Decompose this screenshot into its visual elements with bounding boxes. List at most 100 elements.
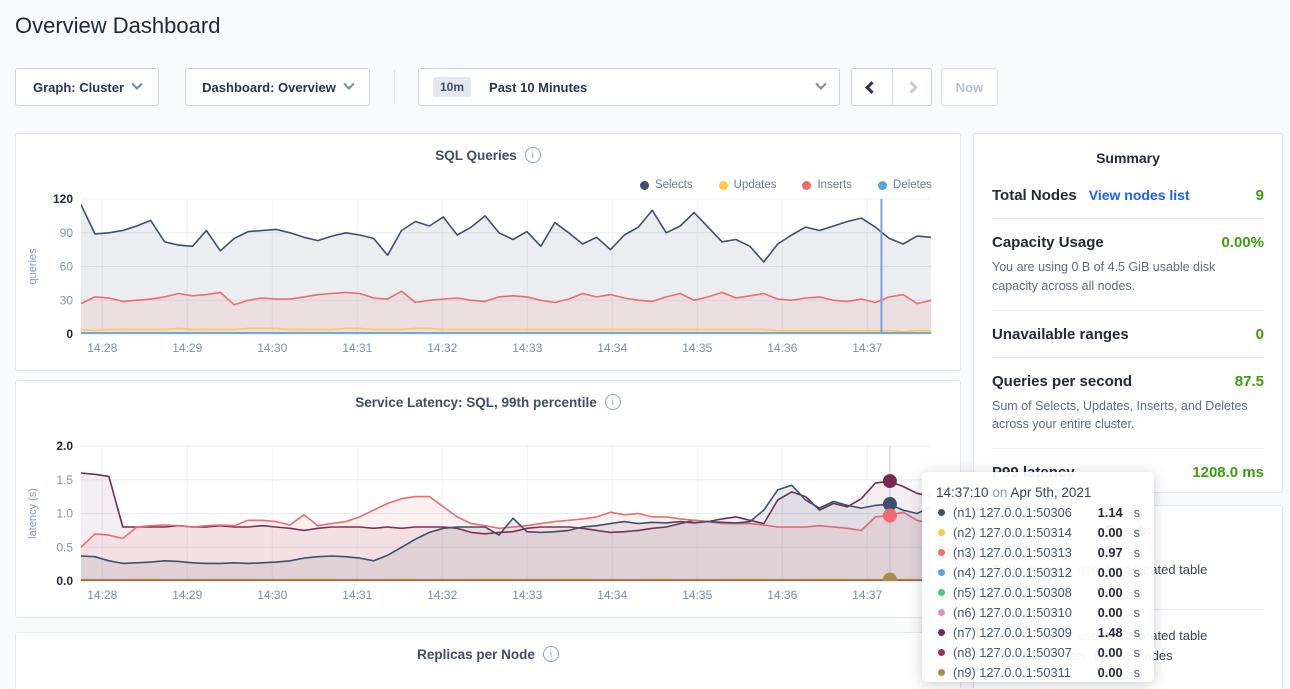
toolbar-divider	[394, 70, 395, 104]
tooltip-node-address: (n5) 127.0.0.1:50308	[953, 585, 1090, 600]
series-color-dot-icon	[938, 589, 945, 596]
tooltip-value-unit: s	[1134, 645, 1140, 660]
svg-text:14:31: 14:31	[342, 588, 372, 602]
tooltip-node-row: (n1) 127.0.0.1:503061.14s	[936, 505, 1140, 520]
time-range-dropdown[interactable]: 10m Past 10 Minutes	[418, 68, 840, 106]
graph-dropdown-label: Graph: Cluster	[33, 80, 124, 95]
chevron-down-icon	[343, 79, 354, 90]
series-color-dot-icon	[938, 649, 945, 656]
svg-text:14:36: 14:36	[767, 588, 797, 602]
tooltip-time: 14:37:10	[936, 485, 989, 500]
svg-text:120: 120	[53, 192, 73, 206]
time-range-badge: 10m	[433, 77, 471, 97]
tooltip-node-address: (n2) 127.0.0.1:50314	[953, 525, 1090, 540]
tooltip-node-row: (n2) 127.0.0.1:503140.00s	[936, 525, 1140, 540]
svg-text:14:29: 14:29	[172, 588, 202, 602]
summary-row: Unavailable ranges0	[992, 311, 1264, 358]
tooltip-rows: (n1) 127.0.0.1:503061.14s (n2) 127.0.0.1:…	[936, 505, 1140, 680]
replicas-per-node-card: Replicas per Node i	[15, 632, 961, 689]
tooltip-node-address: (n4) 127.0.0.1:50312	[953, 565, 1090, 580]
svg-text:2.0: 2.0	[56, 439, 73, 453]
chevron-down-icon	[131, 79, 142, 90]
tooltip-value-unit: s	[1134, 625, 1140, 640]
chart-title: Replicas per Node i	[16, 646, 960, 662]
svg-text:14:34: 14:34	[597, 588, 627, 602]
svg-text:14:32: 14:32	[427, 588, 457, 602]
svg-text:14:28: 14:28	[87, 341, 117, 355]
series-color-dot-icon	[938, 509, 945, 516]
svg-text:14:28: 14:28	[87, 588, 117, 602]
tooltip-node-value: 0.00	[1098, 565, 1123, 580]
svg-text:1.0: 1.0	[56, 507, 73, 521]
svg-text:90: 90	[60, 226, 74, 240]
summary-row-label: Queries per second	[992, 373, 1132, 390]
tooltip-node-row: (n3) 127.0.0.1:503130.97s	[936, 545, 1140, 560]
time-range-label: Past 10 Minutes	[489, 80, 587, 95]
tooltip-value-unit: s	[1134, 565, 1140, 580]
tooltip-date: Apr 5th, 2021	[1010, 485, 1091, 500]
svg-text:0.5: 0.5	[56, 540, 73, 554]
chevron-right-icon	[905, 81, 918, 94]
prev-range-button[interactable]	[852, 69, 892, 105]
series-color-dot-icon	[938, 609, 945, 616]
view-nodes-list-link[interactable]: View nodes list	[1089, 187, 1190, 203]
tooltip-value-unit: s	[1134, 585, 1140, 600]
summary-row-label: Unavailable ranges	[992, 326, 1129, 343]
svg-text:14:32: 14:32	[427, 341, 457, 355]
dashboard-dropdown[interactable]: Dashboard: Overview	[185, 68, 370, 106]
summary-panel: Summary Total NodesView nodes list9Capac…	[973, 133, 1283, 493]
now-button[interactable]: Now	[941, 68, 998, 106]
summary-row-value: 9	[1256, 187, 1264, 204]
tooltip-timestamp: 14:37:10 on Apr 5th, 2021	[936, 485, 1140, 500]
svg-text:14:34: 14:34	[597, 341, 627, 355]
service-latency-card: Service Latency: SQL, 99th percentile i …	[15, 380, 961, 618]
tooltip-value-unit: s	[1134, 605, 1140, 620]
svg-text:30: 30	[60, 293, 74, 307]
series-color-dot-icon	[938, 669, 945, 676]
svg-text:14:35: 14:35	[682, 588, 712, 602]
chevron-left-icon	[865, 81, 878, 94]
time-step-control	[851, 68, 932, 106]
tooltip-node-row: (n9) 127.0.0.1:50311 0.00 s	[936, 665, 1140, 680]
graph-dropdown[interactable]: Graph: Cluster	[15, 68, 159, 106]
summary-row-value: 87.5	[1235, 373, 1264, 390]
summary-rows: Total NodesView nodes list9Capacity Usag…	[992, 172, 1264, 495]
tooltip-node-value: 1.14	[1098, 505, 1123, 520]
svg-text:14:37: 14:37	[852, 341, 882, 355]
summary-title: Summary	[992, 134, 1264, 166]
next-range-button[interactable]	[892, 69, 932, 105]
svg-text:queries: queries	[27, 248, 39, 285]
tooltip-node-address: (n8) 127.0.0.1:50307	[953, 645, 1090, 660]
svg-text:60: 60	[60, 260, 74, 274]
tooltip-node-value: 1.48	[1098, 625, 1123, 640]
tooltip-value-unit: s	[1134, 525, 1140, 540]
tooltip-node-row: (n7) 127.0.0.1:50309 1.48 s	[936, 625, 1140, 640]
summary-row: Capacity Usage0.00%You are using 0 B of …	[992, 219, 1264, 311]
svg-text:14:29: 14:29	[172, 341, 202, 355]
tooltip-node-address: (n6) 127.0.0.1:50310	[953, 605, 1090, 620]
chart-hover-tooltip: 14:37:10 on Apr 5th, 2021 (n1) 127.0.0.1…	[922, 472, 1154, 682]
svg-text:14:37: 14:37	[852, 588, 882, 602]
series-color-dot-icon	[938, 529, 945, 536]
info-icon[interactable]: i	[543, 646, 559, 662]
series-color-dot-icon	[938, 629, 945, 636]
tooltip-node-value: 0.00	[1098, 605, 1123, 620]
tooltip-node-value: 0.00	[1098, 665, 1123, 680]
svg-text:1.5: 1.5	[56, 473, 73, 487]
summary-row: Total NodesView nodes list9	[992, 172, 1264, 219]
summary-row-value: 0.00%	[1221, 234, 1264, 251]
tooltip-node-address: (n9) 127.0.0.1:50311	[953, 665, 1090, 680]
tooltip-node-address: (n7) 127.0.0.1:50309	[953, 625, 1090, 640]
summary-row-description: You are using 0 B of 4.5 GiB usable disk…	[992, 258, 1264, 296]
svg-text:14:31: 14:31	[342, 341, 372, 355]
tooltip-value-unit: s	[1134, 665, 1140, 680]
svg-text:14:36: 14:36	[767, 341, 797, 355]
tooltip-node-row: (n8) 127.0.0.1:503070.00s	[936, 645, 1140, 660]
series-color-dot-icon	[938, 549, 945, 556]
chart-title-text: Replicas per Node	[417, 647, 535, 662]
svg-text:14:30: 14:30	[257, 588, 287, 602]
page-title: Overview Dashboard	[15, 13, 220, 39]
tooltip-node-row: (n5) 127.0.0.1:503080.00s	[936, 585, 1140, 600]
tooltip-node-row: (n4) 127.0.0.1:50312 0.00 s	[936, 565, 1140, 580]
svg-text:latency (s): latency (s)	[27, 488, 39, 539]
